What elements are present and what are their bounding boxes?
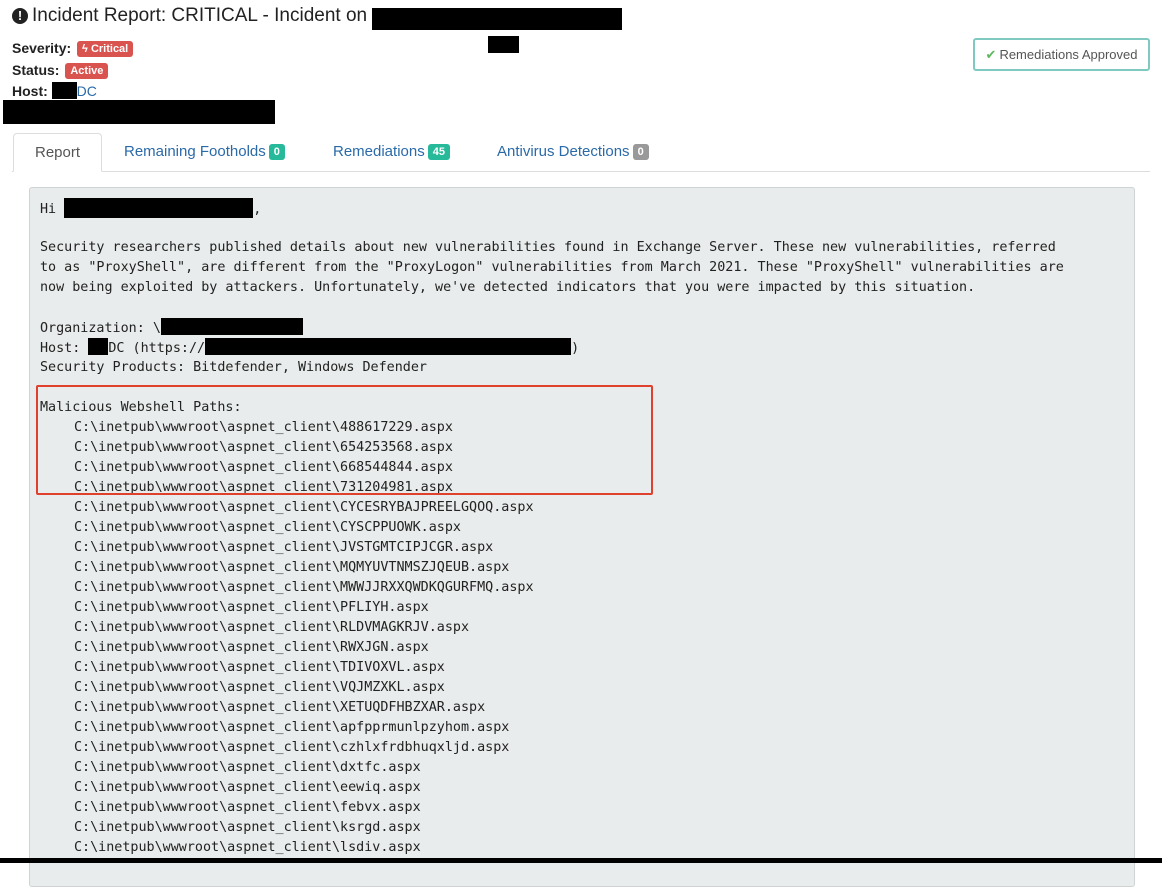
host-line-label: Host:: [40, 341, 89, 356]
webshell-path: C:\inetpub\wwwroot\aspnet_client\MWWJJRX…: [74, 580, 534, 595]
webshell-path: C:\inetpub\wwwroot\aspnet_client\JVSTGMT…: [74, 540, 494, 555]
severity-badge: ϟ Critical: [77, 41, 134, 57]
severity-value: Critical: [90, 43, 129, 55]
redacted-host: [51, 82, 77, 99]
greeting-start: Hi: [40, 202, 65, 217]
webshell-path: C:\inetpub\wwwroot\aspnet_client\febvx.a…: [74, 800, 421, 815]
tab-remaining-footholds[interactable]: Remaining Footholds 0: [124, 133, 285, 171]
organization-line: Organization: \: [40, 318, 1064, 338]
report-text: Hi , Security researchers published deta…: [40, 198, 1064, 858]
paragraph-line: now being exploited by attackers. Unfort…: [40, 280, 976, 295]
paragraph-line: to as "ProxyShell", are different from t…: [40, 260, 1064, 275]
bottom-edge: [0, 858, 1162, 863]
bolt-icon: ϟ: [82, 43, 88, 55]
tab-remaining-footholds-label: Remaining Footholds: [124, 143, 266, 160]
tabs-divider: [12, 171, 1150, 172]
webshell-path: C:\inetpub\wwwroot\aspnet_client\TDIVOXV…: [74, 660, 445, 675]
webshell-path: C:\inetpub\wwwroot\aspnet_client\PFLIYH.…: [74, 600, 429, 615]
check-icon: ✔: [985, 47, 997, 62]
antivirus-count-badge: 0: [632, 144, 649, 160]
redacted-recipient: [64, 198, 254, 218]
webshell-path: C:\inetpub\wwwroot\aspnet_client\CYSCPPU…: [74, 520, 461, 535]
redacted-incident-name: [372, 8, 622, 30]
host-row: Host: DC: [12, 82, 97, 99]
status-row: Status: Active: [12, 62, 109, 79]
webshell-path: C:\inetpub\wwwroot\aspnet_client\CYCESRY…: [74, 500, 534, 515]
redacted-line: [3, 100, 275, 124]
webshell-path: C:\inetpub\wwwroot\aspnet_client\dxtfc.a…: [74, 760, 421, 775]
remediations-approved-label: Remediations Approved: [999, 47, 1138, 62]
page-title: ! Incident Report: CRITICAL - Incident on: [12, 5, 367, 27]
host-line: Host: DC (https://): [40, 338, 1064, 358]
tab-remediations-label: Remediations: [333, 143, 425, 160]
webshell-path: C:\inetpub\wwwroot\aspnet_client\ksrgd.a…: [74, 820, 421, 835]
paragraph-line: Security researchers published details a…: [40, 240, 1056, 255]
footholds-count-badge: 0: [268, 144, 285, 160]
greeting-end: ,: [253, 202, 262, 217]
highlight-box: [36, 385, 653, 495]
webshell-path: C:\inetpub\wwwroot\aspnet_client\czhlxfr…: [74, 740, 510, 755]
redacted-organization: [160, 318, 303, 335]
redacted-host-name: [88, 338, 109, 355]
tab-antivirus-detections[interactable]: Antivirus Detections 0: [497, 133, 649, 171]
webshell-path: C:\inetpub\wwwroot\aspnet_client\lsdiv.a…: [74, 840, 421, 855]
tab-report[interactable]: Report: [13, 133, 103, 172]
severity-label: Severity:: [12, 40, 72, 56]
exclamation-circle-icon: !: [12, 8, 28, 24]
webshell-path: C:\inetpub\wwwroot\aspnet_client\eewiq.a…: [74, 780, 421, 795]
redacted-host-url: [205, 338, 572, 355]
host-line-mid: DC (https://: [108, 341, 206, 356]
tab-antivirus-detections-label: Antivirus Detections: [497, 143, 630, 160]
webshell-path: C:\inetpub\wwwroot\aspnet_client\MQMYUVT…: [74, 560, 510, 575]
webshell-path: C:\inetpub\wwwroot\aspnet_client\apfpprm…: [74, 720, 510, 735]
page-title-text: Incident Report: CRITICAL - Incident on: [32, 5, 368, 26]
tab-report-label: Report: [35, 144, 81, 161]
remediations-count-badge: 45: [427, 144, 450, 160]
webshell-path: C:\inetpub\wwwroot\aspnet_client\RWXJGN.…: [74, 640, 429, 655]
status-badge: Active: [65, 63, 109, 79]
webshell-path: C:\inetpub\wwwroot\aspnet_client\RLDVMAG…: [74, 620, 470, 635]
severity-row: Severity: ϟ Critical: [12, 40, 134, 57]
redacted-block: [488, 36, 519, 53]
host-line-end: ): [571, 341, 580, 356]
remediations-approved-button[interactable]: ✔ Remediations Approved: [973, 38, 1150, 71]
security-products-line: Security Products: Bitdefender, Windows …: [40, 360, 427, 375]
host-label: Host:: [12, 83, 48, 99]
webshell-path: C:\inetpub\wwwroot\aspnet_client\XETUQDF…: [74, 700, 486, 715]
webshell-path: C:\inetpub\wwwroot\aspnet_client\VQJMZXK…: [74, 680, 445, 695]
tab-remediations[interactable]: Remediations 45: [333, 133, 450, 171]
greeting-line: Hi ,: [40, 198, 1064, 218]
host-link[interactable]: DC: [77, 83, 97, 99]
organization-label: Organization: \: [40, 321, 161, 336]
status-label: Status:: [12, 62, 60, 78]
